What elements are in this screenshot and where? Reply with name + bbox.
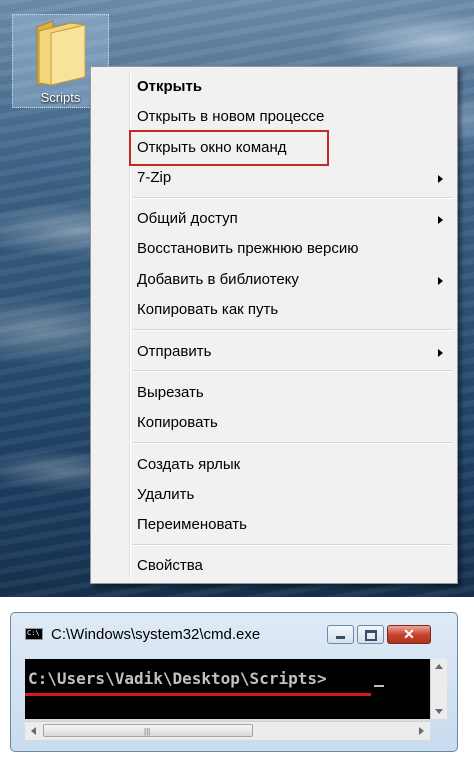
submenu-arrow-icon bbox=[438, 277, 443, 285]
menu-item-label: Удалить bbox=[137, 486, 195, 503]
scroll-left-icon[interactable] bbox=[31, 727, 36, 735]
menu-item-cut[interactable]: Вырезать bbox=[91, 379, 457, 407]
cmd-prompt-underline bbox=[25, 693, 371, 696]
menu-separator bbox=[133, 329, 453, 331]
grip-icon: ||| bbox=[144, 727, 151, 736]
cmd-prompt-text: C:\Users\Vadik\Desktop\Scripts> bbox=[28, 669, 327, 688]
menu-item-copy-as-path[interactable]: Копировать как путь bbox=[91, 296, 457, 324]
cmd-titlebar[interactable]: C:\ C:\Windows\system32\cmd.exe ✕ bbox=[11, 613, 457, 645]
horizontal-scrollbar[interactable]: ||| bbox=[25, 721, 430, 740]
cmd-console[interactable]: C:\Users\Vadik\Desktop\Scripts> bbox=[25, 659, 430, 719]
menu-item-label: Создать ярлык bbox=[137, 456, 241, 473]
close-button[interactable]: ✕ bbox=[387, 625, 431, 644]
menu-item-restore-previous-version[interactable]: Восстановить прежнюю версию bbox=[91, 235, 457, 263]
menu-item-label: Свойства bbox=[137, 557, 203, 574]
menu-item-properties[interactable]: Свойства bbox=[91, 552, 457, 580]
menu-item-create-shortcut[interactable]: Создать ярлык bbox=[91, 451, 457, 479]
minimize-button[interactable] bbox=[327, 625, 354, 644]
menu-item-label: Копировать bbox=[137, 414, 218, 431]
menu-separator bbox=[133, 442, 453, 444]
menu-item-label: Добавить в библиотеку bbox=[137, 271, 299, 288]
cmd-cursor bbox=[374, 685, 384, 687]
menu-item-label: Переименовать bbox=[137, 516, 247, 533]
menu-item-send-to[interactable]: Отправить bbox=[91, 338, 457, 366]
menu-separator bbox=[133, 544, 453, 546]
submenu-arrow-icon bbox=[438, 175, 443, 183]
folder-icon bbox=[36, 20, 86, 86]
submenu-arrow-icon bbox=[438, 349, 443, 357]
menu-item-label: Копировать как путь bbox=[137, 301, 279, 318]
menu-item-label: Общий доступ bbox=[137, 210, 238, 227]
context-menu: Открыть Открыть в новом процессе Открыть… bbox=[90, 66, 458, 584]
menu-item-7zip[interactable]: 7-Zip bbox=[91, 164, 457, 192]
menu-item-open[interactable]: Открыть bbox=[91, 73, 457, 101]
menu-separator bbox=[133, 197, 453, 199]
desktop-background: Scripts Открыть Открыть в новом процессе… bbox=[0, 0, 474, 597]
menu-item-sharing[interactable]: Общий доступ bbox=[91, 205, 457, 233]
scroll-right-icon[interactable] bbox=[419, 727, 424, 735]
close-icon: ✕ bbox=[403, 626, 415, 642]
menu-item-label: Вырезать bbox=[137, 384, 204, 401]
menu-separator bbox=[133, 370, 453, 372]
highlight-box bbox=[129, 130, 329, 166]
menu-item-label: Восстановить прежнюю версию bbox=[137, 240, 359, 257]
scroll-up-icon[interactable] bbox=[435, 664, 443, 669]
scroll-down-icon[interactable] bbox=[435, 709, 443, 714]
maximize-button[interactable] bbox=[357, 625, 384, 644]
cmd-window: C:\ C:\Windows\system32\cmd.exe ✕ C:\Use… bbox=[10, 612, 458, 752]
menu-item-label: Открыть в новом процессе bbox=[137, 108, 325, 125]
menu-item-label: Отправить bbox=[137, 343, 212, 360]
cmd-window-title: C:\Windows\system32\cmd.exe bbox=[51, 626, 261, 643]
cmd-app-icon: C:\ bbox=[25, 628, 43, 640]
menu-item-open-new-process[interactable]: Открыть в новом процессе bbox=[91, 103, 457, 131]
submenu-arrow-icon bbox=[438, 216, 443, 224]
menu-item-label: Открыть bbox=[137, 78, 203, 95]
menu-item-rename[interactable]: Переименовать bbox=[91, 511, 457, 539]
vertical-scrollbar[interactable] bbox=[430, 659, 447, 719]
menu-item-add-to-library[interactable]: Добавить в библиотеку bbox=[91, 266, 457, 294]
horizontal-scroll-thumb[interactable]: ||| bbox=[43, 724, 253, 737]
menu-item-delete[interactable]: Удалить bbox=[91, 481, 457, 509]
menu-item-label: 7-Zip bbox=[137, 169, 172, 186]
menu-item-copy[interactable]: Копировать bbox=[91, 409, 457, 437]
